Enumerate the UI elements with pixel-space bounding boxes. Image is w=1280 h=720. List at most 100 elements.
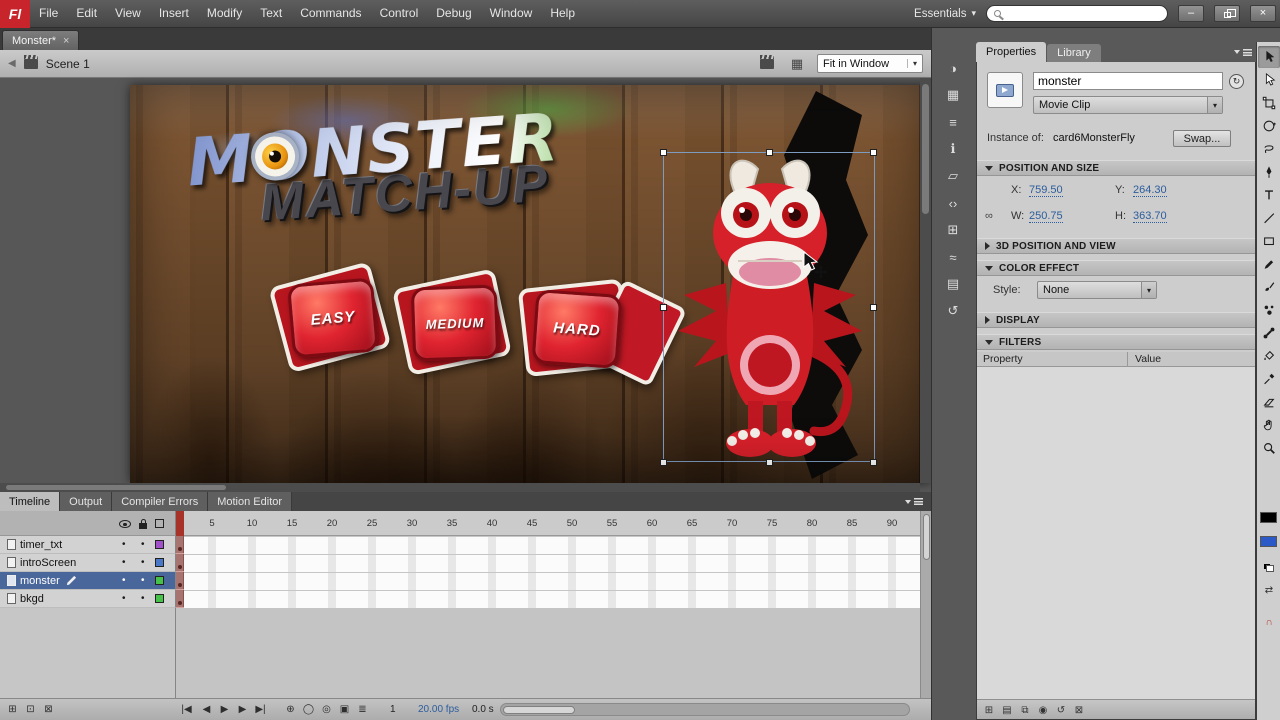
tool-text[interactable]	[1258, 184, 1280, 206]
menu-control[interactable]: Control	[371, 0, 428, 27]
tool-subselection[interactable]	[1258, 69, 1280, 91]
reset-filter-button[interactable]: ↺	[1053, 703, 1069, 717]
menu-modify[interactable]: Modify	[198, 0, 251, 27]
monster-instance-art[interactable]	[664, 153, 876, 463]
tool-hand[interactable]	[1258, 414, 1280, 436]
dock-components-panel-icon[interactable]: ⊞	[937, 218, 969, 242]
selection-bounding-box[interactable]	[660, 149, 877, 466]
tool-paint-bucket[interactable]	[1258, 345, 1280, 367]
edit-symbols-button[interactable]: ▦	[787, 54, 807, 74]
tab-compiler-errors[interactable]: Compiler Errors	[112, 492, 209, 511]
menu-commands[interactable]: Commands	[291, 0, 370, 27]
scene-breadcrumb[interactable]: Scene 1	[46, 57, 90, 71]
tool-zoom[interactable]	[1258, 437, 1280, 459]
zoom-selector[interactable]: Fit in Window ▾	[817, 54, 923, 73]
tool-rectangle[interactable]	[1258, 230, 1280, 252]
transform-handle[interactable]	[870, 149, 877, 156]
filter-clipboard-button[interactable]: ⧉	[1017, 703, 1033, 717]
layer-row-timer-txt[interactable]: timer_txt • •	[0, 536, 176, 554]
dock-history-panel-icon[interactable]: ↺	[937, 299, 969, 323]
dock-swatches-panel-icon[interactable]: ▦	[937, 83, 969, 107]
section-3d-position-and-view[interactable]: 3D POSITION AND VIEW	[977, 238, 1255, 254]
tool-deco[interactable]	[1258, 299, 1280, 321]
dock-motion-presets-panel-icon[interactable]: ≈	[937, 245, 969, 269]
edit-multiple-frames-button[interactable]: ▣	[336, 702, 353, 717]
menu-edit[interactable]: Edit	[67, 0, 106, 27]
tool-pencil[interactable]	[1258, 253, 1280, 275]
easy-button[interactable]: EASY	[268, 261, 392, 374]
stroke-color-chip[interactable]	[1260, 512, 1277, 523]
stage-vertical-scrollbar[interactable]	[920, 78, 931, 483]
new-folder-button[interactable]: ⊡	[22, 702, 39, 717]
pasteboard[interactable]: MONSTER MATCH-UP EASY MEDIUM HARD	[0, 78, 931, 492]
menu-debug[interactable]: Debug	[427, 0, 480, 27]
lock-dot[interactable]: •	[141, 593, 145, 604]
lock-dot[interactable]: •	[141, 539, 145, 550]
swap-colors-icon[interactable]: ⇄	[1259, 582, 1279, 598]
new-layer-button[interactable]: ⊞	[4, 702, 21, 717]
tool-free-transform[interactable]	[1258, 92, 1280, 114]
stage-canvas[interactable]: MONSTER MATCH-UP EASY MEDIUM HARD	[130, 85, 931, 483]
instance-name-input[interactable]	[1033, 72, 1223, 90]
delete-filter-button[interactable]: ⊠	[1071, 703, 1087, 717]
modify-markers-button[interactable]: ≣	[354, 702, 371, 717]
transform-handle[interactable]	[766, 149, 773, 156]
tab-motion-editor[interactable]: Motion Editor	[208, 492, 293, 511]
play-button[interactable]: ▶	[216, 702, 233, 717]
layer-row-monster-selected[interactable]: monster • •	[0, 572, 176, 590]
section-color-effect[interactable]: COLOR EFFECT	[977, 260, 1255, 276]
tab-close-icon[interactable]: ×	[63, 35, 69, 47]
frame-rate-indicator[interactable]: 20.00 fps	[418, 704, 459, 715]
document-tab-monster[interactable]: Monster* ×	[2, 30, 80, 50]
onion-skin-outlines-button[interactable]: ◎	[318, 702, 335, 717]
transform-handle[interactable]	[660, 149, 667, 156]
transform-handle[interactable]	[870, 304, 877, 311]
search-input[interactable]	[1006, 7, 1160, 20]
minimize-button[interactable]: –	[1178, 5, 1204, 22]
tool-eraser[interactable]	[1258, 391, 1280, 413]
w-value[interactable]: 250.75	[1029, 210, 1063, 223]
outline-color-swatch[interactable]	[155, 540, 164, 549]
lock-icon[interactable]	[139, 519, 147, 529]
add-filter-button[interactable]: ⊞	[981, 703, 997, 717]
workspace-switcher[interactable]: Essentials ▾	[914, 8, 976, 20]
menu-view[interactable]: View	[106, 0, 150, 27]
dock-color-panel-icon[interactable]: ◑	[937, 56, 969, 80]
onion-skin-button[interactable]: ◯	[300, 702, 317, 717]
show-hide-dot[interactable]: •	[122, 557, 126, 568]
section-filters[interactable]: FILTERS	[977, 334, 1255, 350]
layer-row-introscreen[interactable]: introScreen • •	[0, 554, 176, 572]
transform-handle[interactable]	[660, 459, 667, 466]
instance-edit-icon[interactable]: ↻	[1229, 74, 1244, 89]
h-value[interactable]: 363.70	[1133, 210, 1167, 223]
close-button[interactable]: ×	[1250, 5, 1276, 22]
snap-magnet-icon[interactable]: ∩	[1259, 614, 1279, 630]
fill-color-chip[interactable]	[1260, 536, 1277, 547]
default-colors-icon[interactable]	[1259, 560, 1279, 576]
show-hide-icon[interactable]	[119, 520, 131, 528]
dock-transform-panel-icon[interactable]: ▱	[937, 164, 969, 188]
layer-row-bkgd[interactable]: bkgd • •	[0, 590, 176, 608]
tool-lasso[interactable]	[1258, 138, 1280, 160]
lock-dot[interactable]: •	[141, 575, 145, 586]
dock-project-panel-icon[interactable]: ▤	[937, 272, 969, 296]
tool-selection[interactable]	[1258, 46, 1280, 68]
show-hide-dot[interactable]: •	[122, 575, 126, 586]
tool-pen[interactable]	[1258, 161, 1280, 183]
menu-help[interactable]: Help	[541, 0, 584, 27]
go-to-first-frame-button[interactable]: |◀	[178, 702, 195, 717]
link-width-height-icon[interactable]: ∞	[985, 210, 993, 222]
x-value[interactable]: 759.50	[1029, 184, 1063, 197]
lock-dot[interactable]: •	[141, 557, 145, 568]
go-to-last-frame-button[interactable]: ▶|	[252, 702, 269, 717]
show-hide-dot[interactable]: •	[122, 593, 126, 604]
color-style-dropdown[interactable]: None ▾	[1037, 281, 1157, 299]
transform-handle[interactable]	[870, 459, 877, 466]
transform-handle[interactable]	[766, 459, 773, 466]
panel-menu-icon[interactable]	[905, 496, 925, 508]
tool-line[interactable]	[1258, 207, 1280, 229]
menu-window[interactable]: Window	[481, 0, 542, 27]
center-frame-button[interactable]: ⊕	[282, 702, 299, 717]
outline-color-swatch[interactable]	[155, 558, 164, 567]
timeline-horizontal-scrollbar[interactable]	[500, 703, 910, 716]
